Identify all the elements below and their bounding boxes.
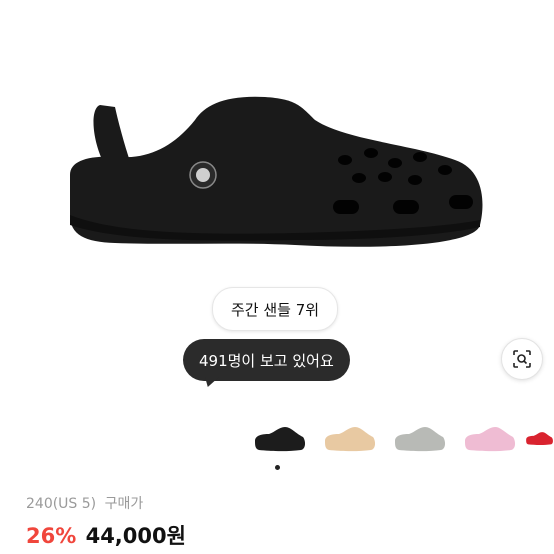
viewers-tooltip: 491명이 보고 있어요	[183, 339, 350, 387]
weekly-ranking-badge[interactable]: 주간 샌들 7위	[212, 287, 339, 331]
price-summary: 26% 44,000원	[26, 520, 186, 550]
tooltip-tail	[205, 377, 219, 387]
image-search-icon	[513, 350, 531, 368]
thumbnail-red[interactable]	[524, 410, 554, 465]
image-search-button[interactable]	[501, 338, 543, 380]
weekly-ranking-text: 주간 샌들 7위	[231, 300, 320, 319]
option-summary: 240(US 5) 구매가	[26, 493, 147, 513]
discount-rate: 26%	[26, 524, 77, 548]
sale-price: 44,000원	[85, 524, 186, 548]
black-clog-image	[70, 96, 483, 247]
thumbnail-beige[interactable]	[318, 410, 380, 465]
color-thumbnail-strip	[0, 410, 554, 470]
thumbnail-beige-image	[325, 426, 376, 451]
thumbnail-pink[interactable]	[458, 410, 520, 465]
thumbnail-black[interactable]	[248, 410, 310, 465]
thumbnail-black-image	[255, 426, 306, 451]
active-thumbnail-indicator	[275, 465, 280, 470]
option-type: 구매가	[104, 496, 144, 512]
thumbnail-pink-image	[465, 426, 516, 451]
option-size: 240(US 5)	[26, 496, 97, 512]
thumbnail-red-image	[526, 431, 553, 445]
thumbnail-gray[interactable]	[388, 410, 450, 465]
viewers-text: 491명이 보고 있어요	[199, 351, 334, 370]
product-hero-image[interactable]	[0, 0, 554, 280]
thumbnail-gray-image	[395, 426, 446, 451]
